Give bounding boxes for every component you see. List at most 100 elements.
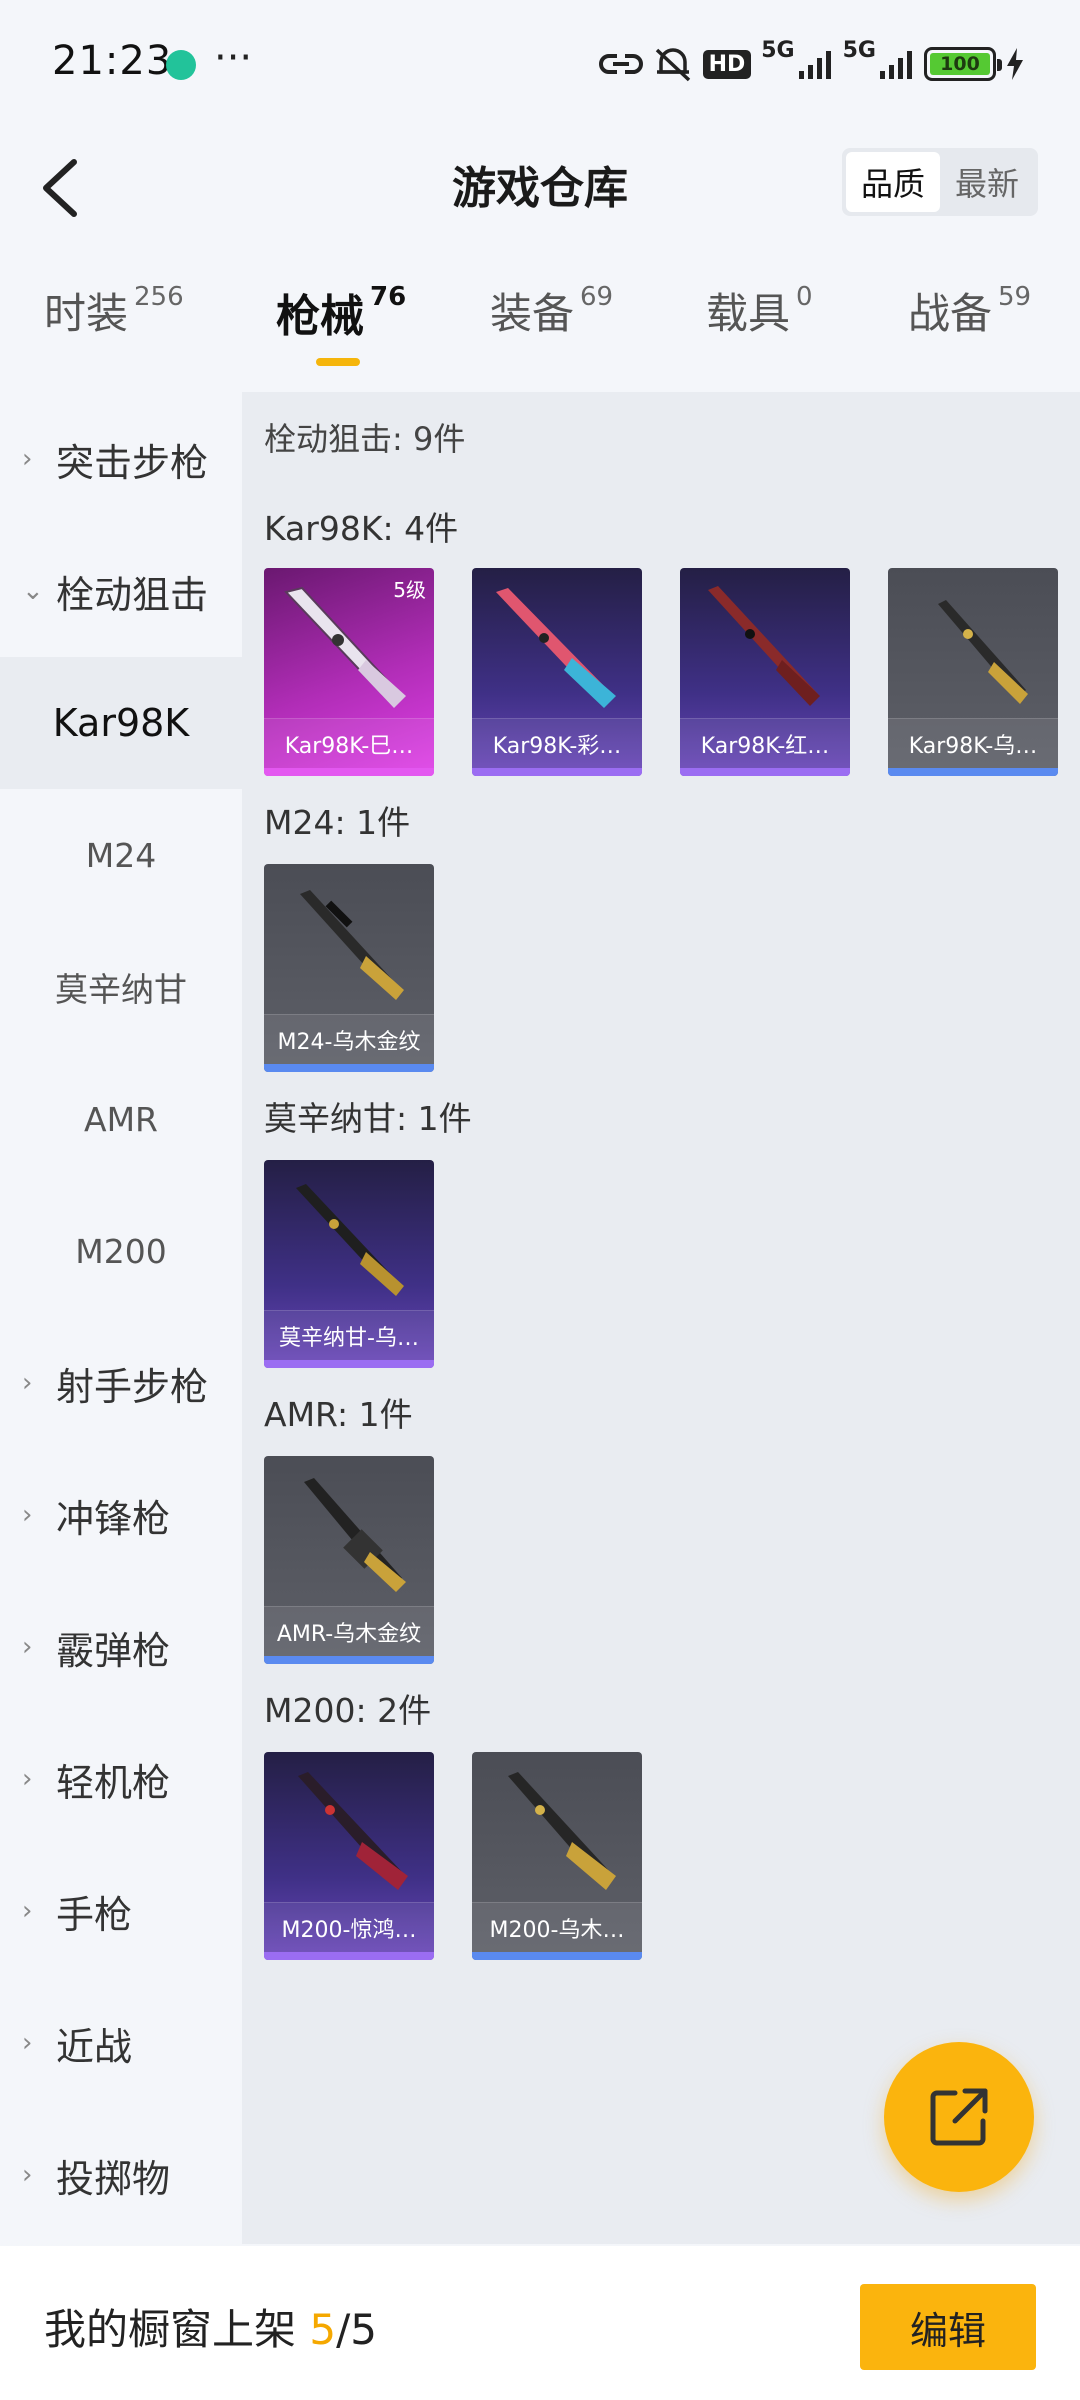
tab-count: 76 xyxy=(370,282,407,312)
chevron-right-icon: › xyxy=(22,1632,33,1662)
sort-quality-button[interactable]: 品质 xyxy=(846,152,940,212)
rarity-bar xyxy=(264,768,434,776)
tab-label: 装备 xyxy=(490,289,575,338)
sidebar-item-label: 近战 xyxy=(56,2024,133,2069)
chevron-right-icon: › xyxy=(22,1896,33,1926)
sidebar-item-label: 投掷物 xyxy=(56,2156,171,2201)
chevron-right-icon: › xyxy=(22,1368,33,1398)
sidebar-item-pistols[interactable]: › 手枪 xyxy=(0,1845,242,1977)
sidebar-item-throwables[interactable]: › 投掷物 xyxy=(0,2109,242,2241)
sidebar-item-label: 冲锋枪 xyxy=(56,1496,171,1541)
hd-badge: HD xyxy=(702,49,752,79)
tab-battle-gear[interactable]: 战备 59 xyxy=(908,280,1031,380)
chevron-right-icon: › xyxy=(22,444,33,474)
chevron-right-icon: › xyxy=(22,1500,33,1530)
tab-count: 69 xyxy=(580,282,614,312)
sidebar-item-label: 射手步枪 xyxy=(56,1364,209,1409)
weapon-skin-card[interactable]: 莫辛纳甘-乌… xyxy=(264,1160,434,1368)
showcase-bar: 我的橱窗上架 5/5 编辑 xyxy=(0,2246,1080,2400)
tab-count: 256 xyxy=(134,282,184,312)
sidebar-item-m200[interactable]: M200 xyxy=(0,1185,242,1317)
category-tabs: 时装 256 枪械 76 装备 69 载具 0 战备 59 xyxy=(0,280,1080,390)
card-name: M200-惊鸿… xyxy=(264,1902,434,1952)
sidebar-item-smgs[interactable]: › 冲锋枪 xyxy=(0,1449,242,1581)
weapon-skin-card[interactable]: M200-乌木… xyxy=(472,1752,642,1960)
sidebar-item-bolt-action-snipers[interactable]: ⌄ 栓动狙击 xyxy=(0,525,242,657)
card-name: Kar98K-巳… xyxy=(264,718,434,768)
tab-fashion[interactable]: 时装 256 xyxy=(44,280,184,380)
group-title-amr: AMR: 1件 xyxy=(264,1395,413,1434)
sort-toggle: 品质 最新 xyxy=(842,148,1038,216)
sniper-rifle-image xyxy=(708,586,820,706)
sidebar-item-label: M200 xyxy=(75,1231,167,1271)
network-5g-label-2: 5G xyxy=(842,38,876,63)
active-tab-indicator xyxy=(316,358,360,366)
weapon-skin-card[interactable]: Kar98K-彩… xyxy=(472,568,642,776)
tab-vehicles[interactable]: 载具 0 xyxy=(706,280,813,380)
rarity-bar xyxy=(264,1656,434,1664)
card-name: Kar98K-红… xyxy=(680,718,850,768)
tab-label: 时装 xyxy=(44,289,129,338)
weapon-skin-card[interactable]: M200-惊鸿… xyxy=(264,1752,434,1960)
showcase-count: 5 xyxy=(309,2305,337,2354)
tab-equipment[interactable]: 装备 69 xyxy=(490,280,613,380)
sidebar-item-marksman-rifles[interactable]: › 射手步枪 xyxy=(0,1317,242,1449)
rarity-bar xyxy=(680,768,850,776)
app-notification-icon xyxy=(166,50,196,80)
charging-icon xyxy=(1007,48,1023,80)
sidebar-item-melee[interactable]: › 近战 xyxy=(0,1977,242,2109)
sidebar-item-lmgs[interactable]: › 轻机枪 xyxy=(0,1713,242,1845)
battery-level: 100 xyxy=(930,53,990,75)
edit-button[interactable]: 编辑 xyxy=(860,2284,1036,2370)
link-icon xyxy=(598,54,643,74)
sidebar-item-m24[interactable]: M24 xyxy=(0,789,242,921)
weapon-category-sidebar: › 突击步枪 ⌄ 栓动狙击 Kar98K M24 莫辛纳甘 AMR M200 ›… xyxy=(0,392,242,2244)
weapon-skin-card[interactable]: Kar98K-红… xyxy=(680,568,850,776)
showcase-label: 我的橱窗上架 xyxy=(44,2305,310,2354)
more-notifications-icon: ··· xyxy=(214,35,253,81)
inventory-content: 栓动狙击: 9件 Kar98K: 4件 5级 Kar98K-巳… Kar98K-… xyxy=(242,392,1080,2244)
card-name: M24-乌木金纹 xyxy=(264,1014,434,1064)
mute-icon xyxy=(655,48,690,82)
chevron-right-icon: › xyxy=(22,2160,33,2190)
group-title-mosin: 莫辛纳甘: 1件 xyxy=(264,1099,472,1138)
weapon-skin-card[interactable]: AMR-乌木金纹 xyxy=(264,1456,434,1664)
sniper-rifle-image xyxy=(296,1184,404,1296)
sidebar-item-shotguns[interactable]: › 霰弹枪 xyxy=(0,1581,242,1713)
chevron-right-icon: › xyxy=(22,1764,33,1794)
sniper-rifle-image xyxy=(304,1478,406,1592)
rarity-bar xyxy=(264,1064,434,1072)
rarity-bar xyxy=(472,1952,642,1960)
rarity-bar xyxy=(888,768,1058,776)
sidebar-item-label: 轻机枪 xyxy=(56,1760,171,1805)
showcase-separator: / xyxy=(336,2305,351,2354)
sidebar-item-label: 莫辛纳甘 xyxy=(55,970,187,1009)
sidebar-item-label: M24 xyxy=(85,835,157,875)
weapon-skin-card[interactable]: 5级 Kar98K-巳… xyxy=(264,568,434,776)
category-summary: 栓动狙击: 9件 xyxy=(264,420,466,458)
sidebar-item-kar98k[interactable]: Kar98K xyxy=(0,657,242,789)
header: 游戏仓库 品质 最新 xyxy=(0,130,1080,240)
group-title-m24: M24: 1件 xyxy=(264,803,411,842)
sniper-rifle-image xyxy=(508,1772,616,1890)
rarity-bar xyxy=(264,1360,434,1368)
sidebar-item-label: 栓动狙击 xyxy=(56,572,209,617)
card-name: 莫辛纳甘-乌… xyxy=(264,1310,434,1360)
share-button[interactable] xyxy=(884,2042,1034,2192)
showcase-total: 5 xyxy=(350,2305,377,2354)
status-time: 21:23 xyxy=(52,38,173,84)
chevron-down-icon: ⌄ xyxy=(22,576,44,606)
sidebar-item-label: Kar98K xyxy=(52,701,190,745)
signal-icon-2 xyxy=(880,51,912,79)
sort-latest-button[interactable]: 最新 xyxy=(940,152,1034,212)
sidebar-item-label: AMR xyxy=(84,1099,158,1139)
rarity-bar xyxy=(472,768,642,776)
weapon-skin-card[interactable]: Kar98K-乌… xyxy=(888,568,1058,776)
status-bar: 21:23 ··· HD 5G 5G 100 xyxy=(0,0,1080,130)
sidebar-item-amr[interactable]: AMR xyxy=(0,1053,242,1185)
card-name: Kar98K-乌… xyxy=(888,718,1058,768)
sidebar-item-mosin[interactable]: 莫辛纳甘 xyxy=(0,921,242,1053)
weapon-skin-card[interactable]: M24-乌木金纹 xyxy=(264,864,434,1072)
tab-label: 战备 xyxy=(908,289,993,338)
sidebar-item-assault-rifles[interactable]: › 突击步枪 xyxy=(0,393,242,525)
